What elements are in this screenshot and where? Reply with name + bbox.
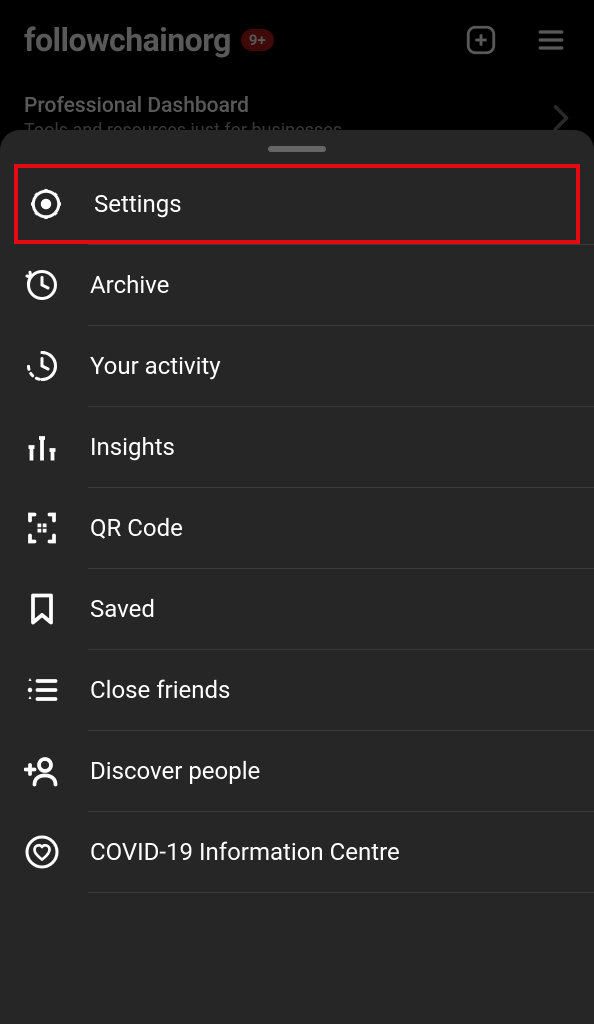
menu-button[interactable] [532,21,570,59]
gear-icon [28,186,64,222]
bottom-sheet: Settings Archive Yo [0,130,594,1024]
menu-item-archive[interactable]: Archive [0,245,594,325]
top-actions [462,21,570,59]
plus-square-icon [464,23,498,57]
menu-item-saved[interactable]: Saved [0,569,594,649]
notification-badge: 9+ [241,29,274,51]
dashboard-title: Professional Dashboard [24,94,347,118]
username-container[interactable]: followchainorg 9+ [24,21,274,59]
chevron-right-icon [552,104,570,132]
menu-label: Insights [90,433,175,461]
menu-item-qr-code[interactable]: QR Code [0,488,594,568]
menu-label: Archive [90,271,169,299]
menu-label: Close friends [90,676,230,704]
menu-list: Archive Your activity [0,244,594,893]
menu-item-discover-people[interactable]: Discover people [0,731,594,811]
menu-label: QR Code [90,514,183,542]
menu-item-covid-info[interactable]: COVID-19 Information Centre [0,812,594,892]
sheet-handle[interactable] [268,146,326,152]
menu-label: Your activity [90,352,221,380]
discover-people-icon [24,753,60,789]
close-friends-icon [24,672,60,708]
menu-item-close-friends[interactable]: Close friends [0,650,594,730]
activity-icon [24,348,60,384]
qr-code-icon [24,510,60,546]
menu-label: Discover people [90,757,260,785]
menu-label: Saved [90,595,155,623]
profile-top-bar: followchainorg 9+ [0,0,594,80]
hamburger-icon [535,24,567,56]
menu-item-insights[interactable]: Insights [0,407,594,487]
menu-item-settings[interactable]: Settings [18,168,576,240]
heart-circle-icon [24,834,60,870]
highlight-annotation: Settings [14,164,580,244]
insights-icon [24,429,60,465]
create-button[interactable] [462,21,500,59]
menu-item-your-activity[interactable]: Your activity [0,326,594,406]
bookmark-icon [24,591,60,627]
archive-icon [24,267,60,303]
menu-label: Settings [94,190,182,218]
profile-username: followchainorg [24,21,231,59]
menu-label: COVID-19 Information Centre [90,838,400,866]
